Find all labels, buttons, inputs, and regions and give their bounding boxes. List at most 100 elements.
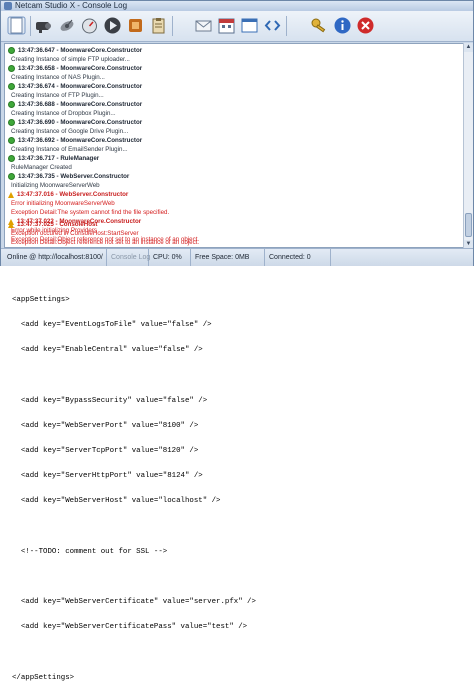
ok-status-icon	[8, 137, 15, 144]
log-message: Creating Instance of simple FTP uploader…	[11, 56, 130, 63]
toolbar	[1, 11, 473, 42]
log-source: MoonwareCore.Constructor	[59, 218, 142, 225]
toolbar-separator	[30, 16, 31, 36]
warning-icon	[8, 191, 14, 198]
ok-status-icon	[8, 173, 15, 180]
title-bar[interactable]: Netcam Studio X - Console Log	[1, 1, 473, 11]
clipboard-icon[interactable]	[149, 16, 168, 35]
log-entry: 13:47:36.658 - MoonwareCore.Constructor …	[8, 64, 448, 82]
console-log-list[interactable]: 13:47:36.647 - MoonwareCore.Constructor …	[4, 43, 464, 249]
code-line: <add key="WebServerPort" value="8100" />	[12, 421, 199, 430]
ok-status-icon	[8, 101, 15, 108]
log-time: 13:47:36.690	[18, 119, 55, 126]
window-title: Netcam Studio X - Console Log	[15, 1, 128, 10]
log-time: 13:47:36.692	[18, 137, 55, 144]
code-line: <add key="ServerTcpPort" value="8120" />	[12, 447, 199, 456]
toolbar-separator	[172, 16, 173, 36]
log-entry: 13:47:36.647 - MoonwareCore.Constructor …	[8, 46, 448, 64]
log-time: 13:47:37.022	[17, 218, 54, 225]
warning-icon	[8, 218, 14, 225]
ok-status-icon	[8, 65, 15, 72]
log-time: 13:47:36.688	[18, 101, 55, 108]
document-icon[interactable]	[7, 16, 26, 35]
code-line: <!--TODO: comment out for SSL -->	[12, 547, 168, 556]
code-line: <add key="WebServerHost" value="localhos…	[12, 497, 221, 506]
log-message: Error while initializing Providers	[11, 227, 97, 234]
log-time: 13:47:36.717	[18, 155, 55, 162]
status-cpu: CPU: 0%	[149, 249, 191, 266]
log-message: Initializing MoonwareServerWeb	[11, 182, 100, 189]
log-entry: 13:47:36.674 - MoonwareCore.Constructor …	[8, 82, 448, 100]
vertical-scrollbar[interactable]: ▲ ▼	[463, 43, 473, 249]
log-message: Creating Instance of EmailSender Plugin.…	[11, 146, 128, 153]
code-line: <appSettings>	[12, 295, 70, 304]
scroll-up-arrow-icon[interactable]: ▲	[464, 43, 473, 52]
log-message: Error initializing MoonwareServerWeb	[11, 200, 115, 207]
log-message: Creating Instance of Dropbox Plugin...	[11, 110, 116, 117]
plugin-icon[interactable]	[126, 16, 145, 35]
log-entry-error: 13:47:37.022 - MoonwareCore.Constructor …	[8, 217, 448, 244]
play-icon[interactable]	[103, 16, 122, 35]
status-online: Online @ http://localhost:8100/	[3, 249, 107, 266]
log-entry: 13:47:36.688 - MoonwareCore.Constructor …	[8, 100, 448, 118]
window-icon[interactable]	[240, 16, 259, 35]
log-source: MoonwareCore.Constructor	[60, 83, 143, 90]
code-line: <add key="EnableCentral" value="false" /…	[12, 346, 203, 355]
ok-status-icon	[8, 47, 15, 54]
status-console-log: Console Log	[107, 249, 150, 266]
log-source: MoonwareCore.Constructor	[60, 137, 143, 144]
log-message: Creating Instance of FTP Plugin...	[11, 92, 104, 99]
log-time: 13:47:36.674	[18, 83, 55, 90]
close-icon[interactable]	[356, 16, 375, 35]
code-line: <add key="ServerHttpPort" value="8124" /…	[12, 472, 203, 481]
log-entry: 13:47:36.692 - MoonwareCore.Constructor …	[8, 136, 448, 154]
log-time: 13:47:36.647	[18, 47, 55, 54]
log-source: MoonwareCore.Constructor	[60, 65, 143, 72]
info-icon[interactable]	[333, 16, 352, 35]
code-line: <add key="EventLogsToFile" value="false"…	[12, 321, 212, 330]
gauge-icon[interactable]	[80, 16, 99, 35]
camera-icon[interactable]	[34, 16, 53, 35]
code-line: <add key="WebServerCertificate" value="s…	[12, 598, 256, 607]
keys-icon[interactable]	[310, 16, 329, 35]
log-entry-error: 13:47:37.016 - WebServer.Constructor Err…	[8, 190, 448, 217]
mail-icon[interactable]	[194, 16, 213, 35]
log-exception-detail: Exception Detail:The system cannot find …	[11, 209, 170, 216]
ok-status-icon	[8, 83, 15, 90]
calendar-icon[interactable]	[217, 16, 236, 35]
log-message: RuleManager Created	[11, 164, 72, 171]
log-entry: 13:47:36.717 - RuleManager RuleManager C…	[8, 154, 448, 172]
code-line: <add key="BypassSecurity" value="false" …	[12, 396, 208, 405]
toolbar-separator	[286, 16, 287, 36]
log-source: RuleManager	[60, 155, 100, 162]
code-icon[interactable]	[263, 16, 282, 35]
log-source: MoonwareCore.Constructor	[60, 101, 143, 108]
log-message: Creating Instance of Google Drive Plugin…	[11, 128, 129, 135]
log-entry: 13:47:36.735 - WebServer.Constructor Ini…	[8, 172, 448, 190]
console-log-window: Netcam Studio X - Console Log 13:47:36.6…	[0, 0, 474, 266]
app-settings-code: <appSettings> <add key="EventLogsToFile"…	[12, 279, 472, 691]
log-exception-detail: Exception Detail:Object reference not se…	[11, 236, 200, 243]
log-time: 13:47:36.658	[18, 65, 55, 72]
log-source: WebServer.Constructor	[60, 173, 130, 180]
satellite-icon[interactable]	[57, 16, 76, 35]
log-source: MoonwareCore.Constructor	[60, 119, 143, 126]
log-source: MoonwareCore.Constructor	[60, 47, 143, 54]
app-icon	[4, 2, 12, 10]
code-line: </appSettings>	[12, 673, 75, 682]
ok-status-icon	[8, 119, 15, 126]
log-time: 13:47:37.016	[17, 191, 54, 198]
status-bar: Online @ http://localhost:8100/ Console …	[1, 248, 473, 266]
log-source: WebServer.Constructor	[59, 191, 129, 198]
log-time: 13:47:36.735	[18, 173, 55, 180]
status-free-space: Free Space: 0MB	[191, 249, 265, 266]
log-entry: 13:47:36.690 - MoonwareCore.Constructor …	[8, 118, 448, 136]
code-line: <add key="WebServerCertificatePass" valu…	[12, 623, 248, 632]
status-connected: Connected: 0	[265, 249, 331, 266]
scroll-thumb[interactable]	[465, 213, 472, 237]
ok-status-icon	[8, 155, 15, 162]
